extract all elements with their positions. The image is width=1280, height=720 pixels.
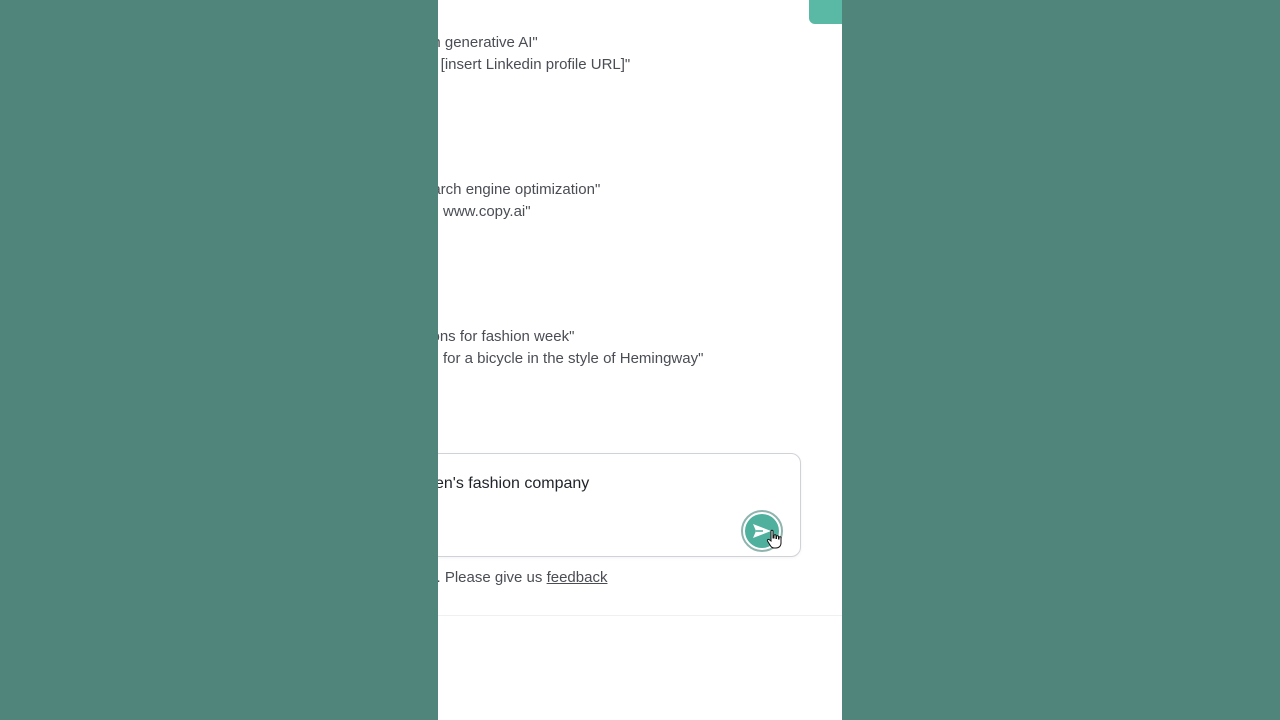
beta-notice: ta. Please give us feedback <box>438 568 607 588</box>
example-prompt-3-line-1[interactable]: tions for fashion week" <box>438 327 574 347</box>
corner-tab[interactable] <box>809 0 842 24</box>
feedback-link[interactable]: feedback <box>547 569 608 586</box>
example-prompt-2-line-1[interactable]: earch engine optimization" <box>438 180 600 200</box>
example-prompt-3-line-2[interactable]: for a bicycle in the style of Hemingway" <box>443 349 703 369</box>
message-composer[interactable]: en's fashion company <box>438 453 801 557</box>
beta-notice-text: ta. Please give us <box>438 569 543 586</box>
example-prompt-2-line-2[interactable]: www.copy.ai" <box>443 202 531 222</box>
send-arrow-icon <box>745 514 779 548</box>
video-frame: on generative AI" to [insert Linkedin pr… <box>0 0 1280 720</box>
example-prompt-1-line-2[interactable]: to [insert Linkedin profile URL]" <box>438 55 630 75</box>
send-button[interactable] <box>741 510 783 552</box>
divider <box>438 615 842 616</box>
chat-panel: on generative AI" to [insert Linkedin pr… <box>438 0 842 720</box>
message-input[interactable]: en's fashion company <box>438 474 589 494</box>
example-prompt-1-line-1[interactable]: on generative AI" <box>438 33 538 53</box>
